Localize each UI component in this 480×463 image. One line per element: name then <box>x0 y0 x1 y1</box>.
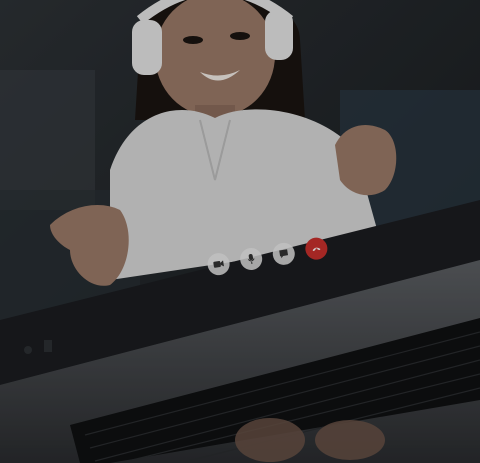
chat-bubble-icon <box>279 249 289 259</box>
microphone-button[interactable] <box>238 246 264 272</box>
bezel-dot <box>24 346 32 354</box>
headphone-left-cup <box>132 20 162 75</box>
headphone-right-cup <box>265 10 293 60</box>
video-call-photo <box>0 0 480 463</box>
end-call-button[interactable] <box>303 236 329 262</box>
right-eye <box>230 32 250 40</box>
right-hand <box>335 125 397 196</box>
typing-hand-right <box>315 420 385 460</box>
laptop-video-call-image <box>0 0 480 463</box>
chat-button[interactable] <box>271 241 297 267</box>
background-shelf <box>0 70 95 210</box>
typing-hand-left <box>235 418 305 462</box>
end-call-icon <box>312 247 321 252</box>
camera-button[interactable] <box>206 251 232 277</box>
microphone-icon <box>247 254 255 264</box>
left-eye <box>183 36 203 44</box>
video-camera-icon <box>213 260 224 268</box>
bezel-mark <box>44 340 52 352</box>
